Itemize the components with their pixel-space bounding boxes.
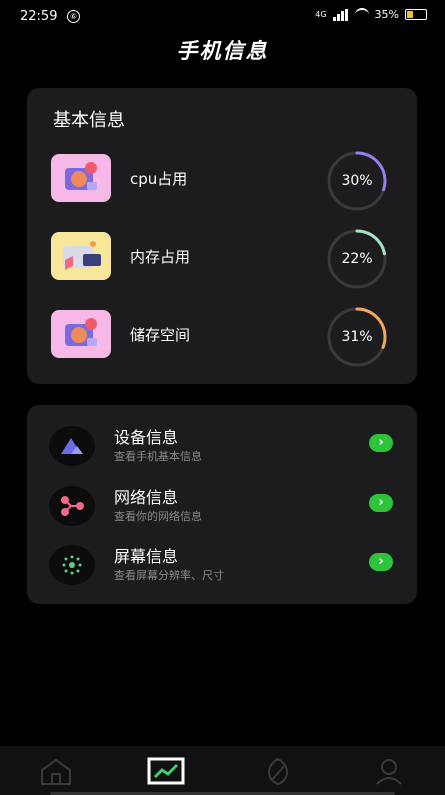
metric-label: 内存占用 xyxy=(130,248,191,266)
basic-info-card: 基本信息 cpu占用 30% 内存占用 22% 储存空间 31% xyxy=(27,88,417,384)
battery-percent: 35% xyxy=(374,8,399,21)
profile-icon[interactable] xyxy=(369,756,409,786)
storage-usage-ring: 31% xyxy=(320,306,394,368)
list-item-network-info[interactable]: 网络信息 查看你的网络信息 › xyxy=(27,484,417,530)
memory-usage-ring: 22% xyxy=(320,228,394,290)
chevron-right-icon[interactable]: › xyxy=(369,553,393,571)
battery-icon xyxy=(405,9,427,20)
wifi-icon xyxy=(354,8,369,21)
notification-icon: ⑥ xyxy=(67,10,80,23)
network-nodes-icon xyxy=(49,486,95,526)
storage-illustration-icon xyxy=(51,310,111,358)
metric-row-storage[interactable]: 储存空间 31% xyxy=(27,306,417,367)
status-time: 22:59 xyxy=(20,9,58,24)
memory-illustration-icon xyxy=(51,232,111,280)
list-item-title: 屏幕信息 xyxy=(114,547,179,566)
list-item-title: 网络信息 xyxy=(114,488,179,507)
cpu-usage-percent: 30% xyxy=(341,173,373,189)
network-type: 4G xyxy=(315,10,327,19)
cpu-usage-ring: 30% xyxy=(320,150,394,212)
metric-row-cpu[interactable]: cpu占用 30% xyxy=(27,150,417,211)
storage-usage-percent: 31% xyxy=(341,329,373,345)
screen-dots-icon xyxy=(49,545,95,585)
list-item-subtitle: 查看你的网络信息 xyxy=(114,510,202,523)
bottom-tab-bar xyxy=(0,746,445,795)
chevron-right-icon[interactable]: › xyxy=(369,494,393,512)
section-title: 基本信息 xyxy=(53,110,125,131)
chevron-right-icon[interactable]: › xyxy=(369,434,393,452)
metric-label: 储存空间 xyxy=(130,326,191,344)
signal-icon xyxy=(332,8,349,21)
memory-usage-percent: 22% xyxy=(341,251,373,267)
status-icons: 4G 35% xyxy=(315,8,427,21)
page-title: 手机信息 xyxy=(176,39,269,63)
status-bar: 22:59 ⑥ 4G 35% xyxy=(0,0,445,34)
leaf-icon[interactable] xyxy=(258,756,298,786)
list-item-title: 设备信息 xyxy=(114,428,179,447)
home-icon[interactable] xyxy=(36,756,76,786)
info-list-card: 设备信息 查看手机基本信息 › 网络信息 查看你的网络信息 › 屏幕信息 查看屏… xyxy=(27,405,417,604)
list-item-device-info[interactable]: 设备信息 查看手机基本信息 › xyxy=(27,424,417,470)
chart-icon[interactable] xyxy=(146,756,186,786)
cpu-illustration-icon xyxy=(51,154,111,202)
metric-row-memory[interactable]: 内存占用 22% xyxy=(27,228,417,289)
list-item-subtitle: 查看手机基本信息 xyxy=(114,450,202,463)
list-item-subtitle: 查看屏幕分辨率、尺寸 xyxy=(114,569,224,582)
list-item-screen-info[interactable]: 屏幕信息 查看屏幕分辨率、尺寸 › xyxy=(27,543,417,589)
triangle-icon xyxy=(49,426,95,466)
metric-label: cpu占用 xyxy=(130,170,188,188)
